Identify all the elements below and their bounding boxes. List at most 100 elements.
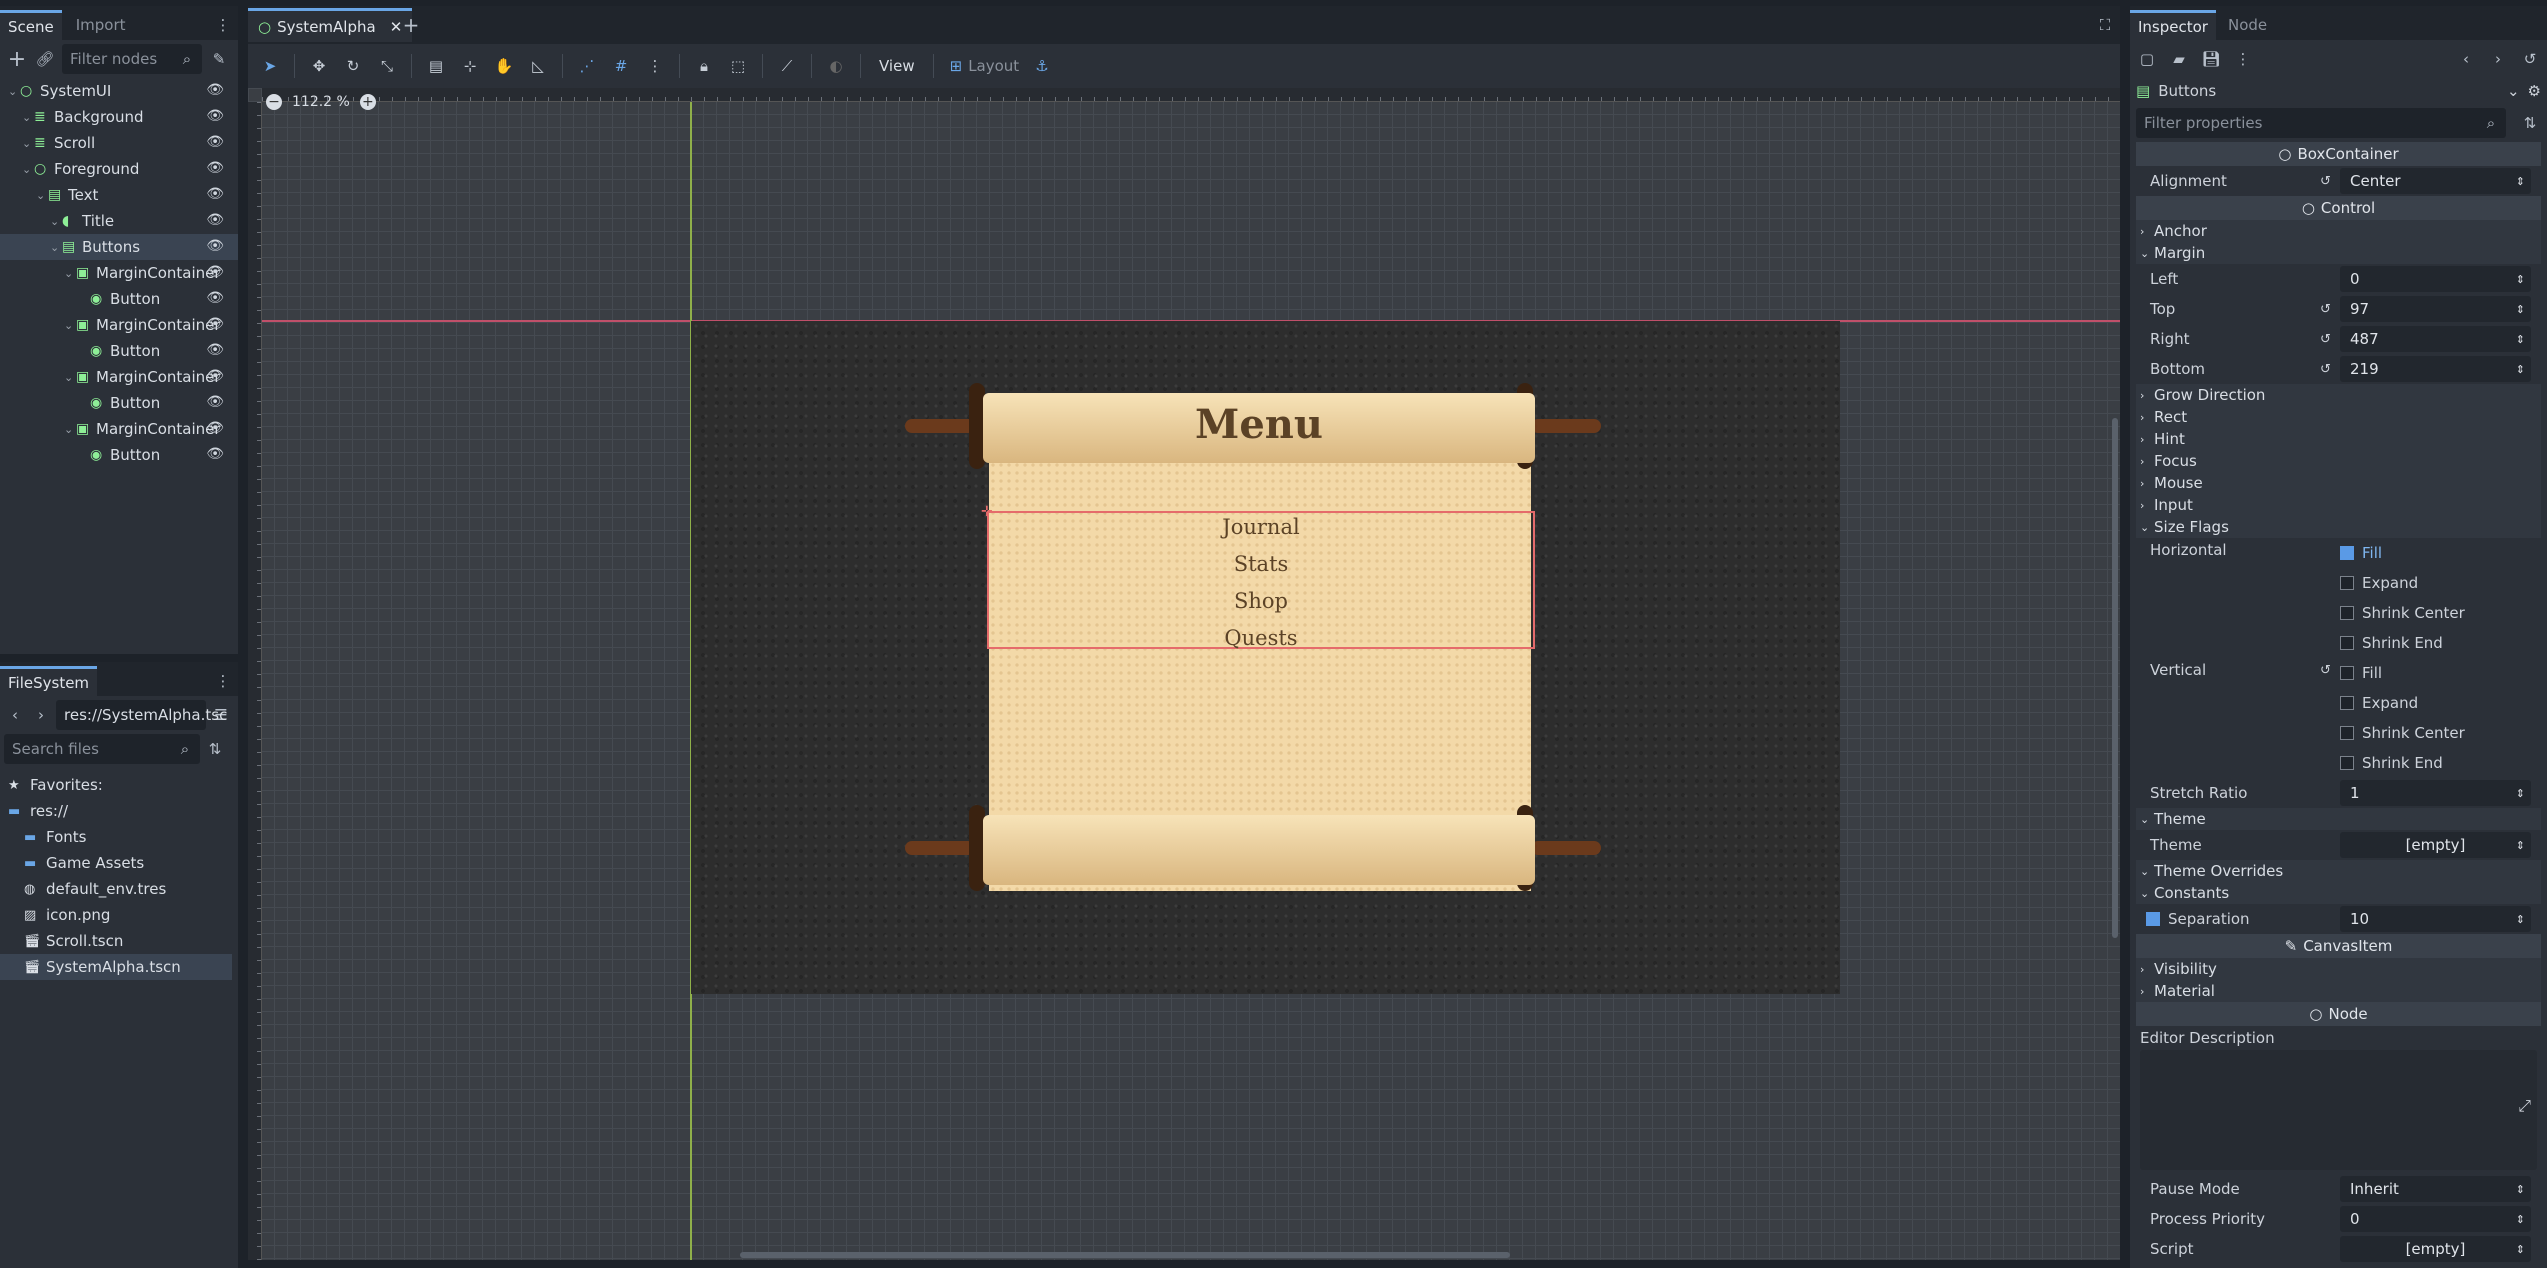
tab-systemalpha[interactable]: ○ SystemAlpha ✕ <box>248 8 413 42</box>
visibility-eye-icon[interactable]: 👁︎ <box>206 134 224 150</box>
expand-arrow-icon[interactable]: ⌄ <box>36 189 48 202</box>
visibility-eye-icon[interactable]: 👁︎ <box>206 394 224 410</box>
file-item[interactable]: ▬ res:// <box>0 798 238 824</box>
scene-tree-item[interactable]: ⌄ ▣ MarginContainer 👁︎ <box>0 364 238 390</box>
zoom-level[interactable]: 112.2 % <box>288 94 354 110</box>
menu-dots-icon[interactable]: ⋮ <box>2232 48 2254 70</box>
history-forward-icon[interactable]: › <box>2487 48 2509 70</box>
editor-description-field[interactable]: ⤢ <box>2140 1050 2537 1170</box>
filter-nodes-input[interactable]: Filter nodes ⌕ <box>62 44 202 74</box>
tab-scene[interactable]: Scene <box>0 10 62 40</box>
margin-top-property-value[interactable]: 97 ⇕ <box>2340 296 2531 322</box>
checkbox-icon[interactable] <box>2340 756 2354 770</box>
spinner-icon[interactable]: ⇕ <box>2516 1183 2525 1196</box>
spinner-icon[interactable]: ⇕ <box>2516 1243 2525 1256</box>
expand-arrow-icon[interactable]: ⌄ <box>22 137 34 150</box>
filter-properties-input[interactable]: Filter properties ⌕ <box>2136 108 2506 138</box>
forward-icon[interactable]: › <box>30 704 52 726</box>
scene-tree-item[interactable]: ⌄ ≣ Scroll 👁︎ <box>0 130 238 156</box>
sort-icon[interactable]: ⇅ <box>204 738 226 760</box>
checkbox-icon[interactable] <box>2340 666 2354 680</box>
script-icon[interactable]: ✎ <box>208 48 230 70</box>
scene-tree-item[interactable]: ⌄ ▣ MarginContainer 👁︎ <box>0 416 238 442</box>
move-tool-icon[interactable]: ✥ <box>305 52 333 80</box>
revert-icon[interactable]: ↺ <box>2320 174 2331 189</box>
tab-node[interactable]: Node <box>2216 10 2279 40</box>
canvas-viewport[interactable]: − 112.2 % + Menu ✛ Journal Stats Shop Quest… <box>248 88 2120 1260</box>
menu-dots-icon[interactable]: ⋮ <box>212 670 234 692</box>
visibility-eye-icon[interactable]: 👁︎ <box>206 108 224 124</box>
visibility-eye-icon[interactable]: 👁︎ <box>206 264 224 280</box>
theme-section[interactable]: ⌄ Theme <box>2136 808 2541 830</box>
view-menu[interactable]: View <box>871 57 923 75</box>
vertical-scrollbar[interactable] <box>2112 418 2118 938</box>
lock-icon[interactable]: 🔒︎ <box>690 52 718 80</box>
add-node-icon[interactable]: + <box>6 47 28 72</box>
vertical-flags-flag-3[interactable]: Shrink End <box>2340 748 2541 778</box>
horizontal-flags-flag-0[interactable]: Fill <box>2340 538 2541 568</box>
spinner-icon[interactable]: ⇕ <box>2516 363 2525 376</box>
smart-snap-icon[interactable]: ⋰ <box>573 52 601 80</box>
checkbox-icon[interactable] <box>2340 636 2354 650</box>
expand-icon[interactable]: ⤢ <box>2518 1096 2531 1116</box>
scene-tree-item[interactable]: ⌄ ○ SystemUI 👁︎ <box>0 78 238 104</box>
rotate-tool-icon[interactable]: ↻ <box>339 52 367 80</box>
tab-filesystem[interactable]: FileSystem <box>0 666 98 696</box>
open-folder-icon[interactable]: ▰ <box>2168 48 2190 70</box>
scene-tree-item[interactable]: ◉ Button 👁︎ <box>0 390 238 416</box>
process-priority-property-value[interactable]: 0 ⇕ <box>2340 1206 2531 1232</box>
hint-section[interactable]: › Hint <box>2136 428 2541 450</box>
input-section[interactable]: › Input <box>2136 494 2541 516</box>
scene-tree-item[interactable]: ◉ Button 👁︎ <box>0 286 238 312</box>
expand-arrow-icon[interactable]: ⌄ <box>22 163 34 176</box>
margin-right-property-value[interactable]: 487 ⇕ <box>2340 326 2531 352</box>
zoom-in-icon[interactable]: + <box>359 94 376 110</box>
size-flags-section[interactable]: ⌄ Size Flags <box>2136 516 2541 538</box>
visibility-eye-icon[interactable]: 👁︎ <box>206 342 224 358</box>
scene-tree-item[interactable]: ⌄ ○ Foreground 👁︎ <box>0 156 238 182</box>
file-item[interactable]: ▨ icon.png <box>0 902 238 928</box>
layout-menu[interactable]: ⊞ Layout ⚓︎ <box>944 57 1055 75</box>
menu-button-shop[interactable]: Shop <box>987 589 1535 613</box>
material-section[interactable]: › Material <box>2136 980 2541 1002</box>
group-icon[interactable]: ⬚ <box>724 52 752 80</box>
search-files-input[interactable]: Search files ⌕ <box>4 734 200 764</box>
separation-value[interactable]: 10 ⇕ <box>2340 906 2531 932</box>
script-property-value[interactable]: [empty] ⇕ <box>2340 1236 2531 1262</box>
pivot-tool-icon[interactable]: ⊹ <box>456 52 484 80</box>
checkbox-icon[interactable] <box>2340 726 2354 740</box>
fullscreen-icon[interactable]: ⛶ <box>2094 14 2116 36</box>
vertical-flags-flag-0[interactable]: Fill <box>2340 658 2541 688</box>
visibility-eye-icon[interactable]: 👁︎ <box>206 82 224 98</box>
tab-inspector[interactable]: Inspector <box>2130 10 2216 40</box>
new-resource-icon[interactable]: ▢ <box>2136 48 2158 70</box>
expand-arrow-icon[interactable]: ⌄ <box>64 267 76 280</box>
spinner-icon[interactable]: ⇕ <box>2516 913 2525 926</box>
zoom-out-icon[interactable]: − <box>266 94 282 110</box>
scene-tree-item[interactable]: ⌄ ◖ Title 👁︎ <box>0 208 238 234</box>
save-icon[interactable]: 💾︎ <box>2200 48 2222 70</box>
scene-tree-item[interactable]: ⌄ ▣ MarginContainer 👁︎ <box>0 260 238 286</box>
object-settings-icon[interactable]: ⚙ <box>2528 82 2541 100</box>
horizontal-flags-flag-3[interactable]: Shrink End <box>2340 628 2541 658</box>
ruler-tool-icon[interactable]: ◺ <box>524 52 552 80</box>
scene-tree-item[interactable]: ◉ Button 👁︎ <box>0 442 238 468</box>
path-field[interactable]: res://SystemAlpha.tsc <box>56 700 227 730</box>
visibility-eye-icon[interactable]: 👁︎ <box>206 446 224 462</box>
horizontal-scrollbar[interactable] <box>740 1252 1510 1258</box>
object-selector[interactable]: Buttons <box>2158 82 2499 100</box>
alignment-property-value[interactable]: Center ⇕ <box>2340 168 2531 194</box>
spinner-icon[interactable]: ⇕ <box>2516 1213 2525 1226</box>
theme-overrides-section[interactable]: ⌄ Theme Overrides <box>2136 860 2541 882</box>
checkbox-icon[interactable] <box>2340 696 2354 710</box>
stretch-ratio-property-value[interactable]: 1 ⇕ <box>2340 780 2531 806</box>
anchor-section[interactable]: › Anchor <box>2136 220 2541 242</box>
spinner-icon[interactable]: ⇕ <box>2516 839 2525 852</box>
scale-tool-icon[interactable]: ⤡ <box>373 52 401 80</box>
expand-arrow-icon[interactable]: ⌄ <box>22 111 34 124</box>
spinner-icon[interactable]: ⇕ <box>2516 175 2525 188</box>
menu-dots-icon[interactable]: ⋮ <box>212 14 234 36</box>
visibility-eye-icon[interactable]: 👁︎ <box>206 186 224 202</box>
margin-left-property-value[interactable]: 0 ⇕ <box>2340 266 2531 292</box>
visibility-eye-icon[interactable]: 👁︎ <box>206 212 224 228</box>
